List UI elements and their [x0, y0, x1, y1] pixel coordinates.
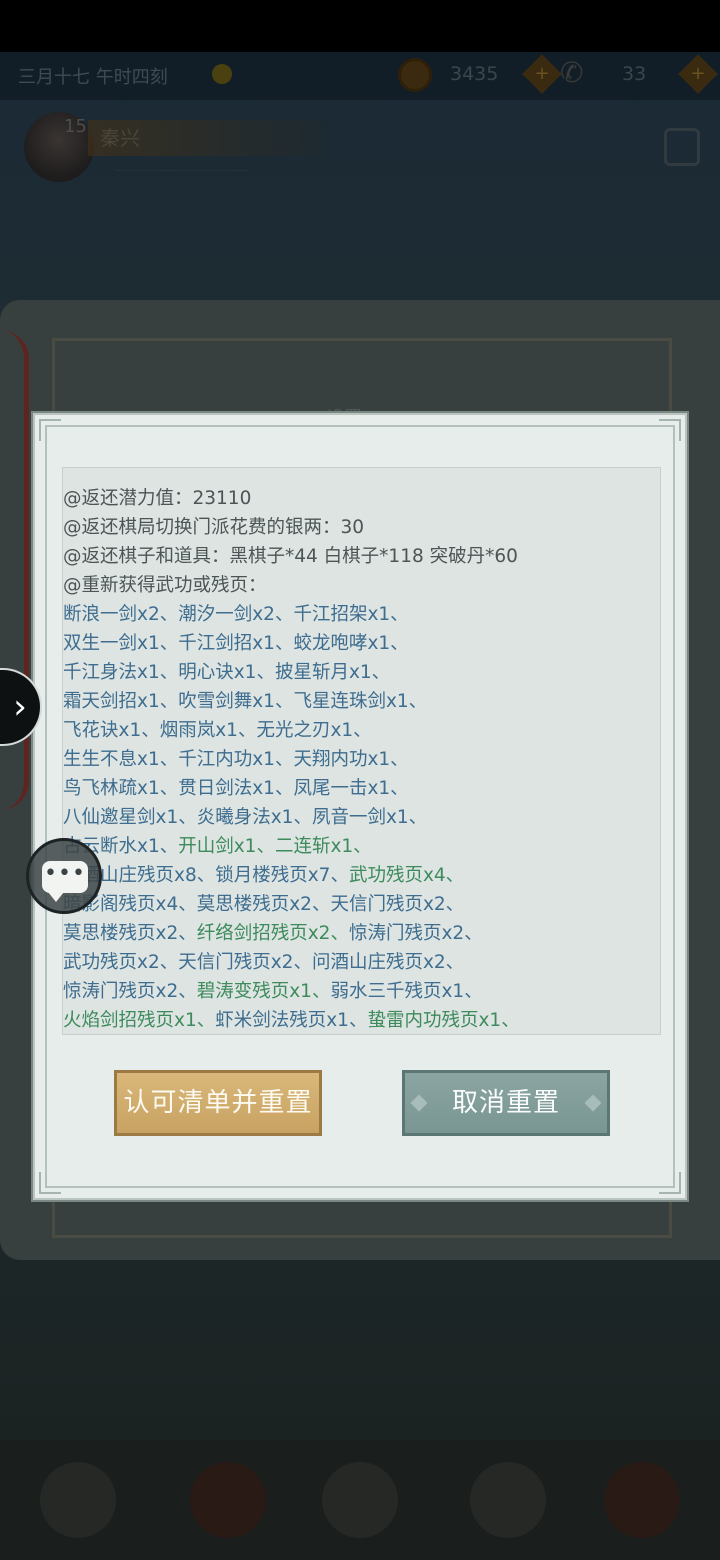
leaf-ornament-icon	[410, 1094, 428, 1112]
refund-line: 飞花诀x1、烟雨岚x1、无光之刃x1、	[63, 716, 660, 745]
side-menu-button[interactable]	[664, 128, 700, 166]
refund-line-segment: 蛰雷内功残页x1、	[367, 1010, 520, 1031]
refund-line-segment: 飞花诀x1、烟雨岚x1、无光之刃x1、	[63, 720, 372, 741]
refund-line-segment: 断浪一剑x2、潮汐一剑x2、千江招架x1、	[63, 604, 409, 625]
refund-line-segment: @返还潜力值：23110	[63, 488, 252, 509]
cancel-reset-label: 取消重置	[451, 1088, 560, 1118]
sun-icon	[212, 64, 232, 84]
refund-line: 断浪一剑x2、潮汐一剑x2、千江招架x1、	[63, 600, 660, 629]
refund-line: @重新获得武功或残页：	[63, 571, 660, 600]
refund-line-segment: @返还棋局切换门派花费的银两：30	[63, 517, 365, 538]
corner-ornament	[39, 419, 61, 441]
leaf-ornament-icon	[584, 1094, 602, 1112]
refund-line: 问酒山庄残页x8、锁月楼残页x7、武功残页x4、	[63, 861, 660, 890]
refund-line-segment: 问酒山庄残页x8、锁月楼残页x7、	[63, 865, 349, 886]
player-subtitle: 一一一一一一一一一一一一一一一	[114, 167, 250, 177]
add-tickets-button[interactable]: +	[678, 54, 718, 94]
refund-line-segment: 纤络剑招残页x2、	[196, 923, 349, 944]
refund-line-segment: 弱水三千残页x1、	[330, 981, 483, 1002]
refund-line-segment: 生生不息x1、千江内功x1、天翔内功x1、	[63, 749, 409, 770]
refund-line-segment: 暗影阁残页x4、莫思楼残页x2、天信门残页x2、	[63, 894, 465, 915]
refund-line: 双生一剑x1、千江剑招x1、蛟龙咆哮x1、	[63, 629, 660, 658]
refund-line: 古云断水x1、开山剑x1、二连斩x1、	[63, 832, 660, 861]
refund-line-segment: 双生一剑x1、千江剑招x1、蛟龙咆哮x1、	[63, 633, 409, 654]
refund-line-segment: 虾米剑法残页x1、	[215, 1010, 368, 1031]
refund-line: 莫思楼残页x2、纤络剑招残页x2、惊涛门残页x2、	[63, 919, 660, 948]
cancel-reset-button[interactable]: 取消重置	[402, 1070, 610, 1136]
refund-line-segment: 武功残页x4、	[348, 865, 465, 886]
bottom-nav-item[interactable]	[322, 1462, 398, 1538]
bottom-nav-item[interactable]	[190, 1462, 266, 1538]
corner-ornament	[659, 419, 681, 441]
refund-line: 千江身法x1、明心诀x1、披星斩月x1、	[63, 658, 660, 687]
refund-line: 生生不息x1、千江内功x1、天翔内功x1、	[63, 745, 660, 774]
refund-line: 武功残页x2、天信门残页x2、问酒山庄残页x2、	[63, 948, 660, 977]
chat-button[interactable]: •••	[26, 838, 102, 914]
confirm-reset-button[interactable]: 认可清单并重置	[114, 1070, 322, 1136]
refund-line-segment: 碧涛变残页x1、	[196, 981, 331, 1002]
plus-icon: +	[690, 63, 706, 84]
refund-line: 火焰剑招残页x1、虾米剑法残页x1、蛰雷内功残页x1、	[63, 1006, 660, 1034]
refund-line: @返还潜力值：23110	[63, 484, 660, 513]
refund-line-segment: @返还棋子和道具：黑棋子*44 白棋子*118 突破丹*60	[63, 546, 518, 567]
corner-ornament	[659, 1172, 681, 1194]
refund-line-segment: 莫思楼残页x2、	[63, 923, 197, 944]
refund-line: 鸟飞林疏x1、贯日剑法x1、凤尾一击x1、	[63, 774, 660, 803]
player-level: 15	[64, 116, 87, 137]
ticket-count: 33	[622, 63, 647, 85]
coin-icon	[398, 58, 432, 92]
bottom-nav-item[interactable]	[470, 1462, 546, 1538]
refund-line-segment: @重新获得武功或残页：	[63, 575, 267, 596]
chat-dots-icon: •••	[44, 861, 86, 886]
add-coins-button[interactable]: +	[522, 54, 562, 94]
bottom-nav-item[interactable]	[604, 1462, 680, 1538]
refund-line: @返还棋局切换门派花费的银两：30	[63, 513, 660, 542]
refund-line: @返还棋子和道具：黑棋子*44 白棋子*118 突破丹*60	[63, 542, 660, 571]
refund-line: 惊涛门残页x2、碧涛变残页x1、弱水三千残页x1、	[63, 977, 660, 1006]
refund-line-segment: 开山剑x1、二连斩x1、	[178, 836, 372, 857]
refund-line: 暗影阁残页x4、莫思楼残页x2、天信门残页x2、	[63, 890, 660, 919]
bottom-nav-item[interactable]	[40, 1462, 116, 1538]
refund-line-segment: 惊涛门残页x2、	[348, 923, 483, 944]
refund-line-segment: 惊涛门残页x2、	[63, 981, 197, 1002]
refund-line: 霜天剑招x1、吹雪剑舞x1、飞星连珠剑x1、	[63, 687, 660, 716]
refund-line-segment: 鸟飞林疏x1、贯日剑法x1、凤尾一击x1、	[63, 778, 409, 799]
plus-icon: +	[534, 63, 550, 84]
player-name: 秦兴	[100, 126, 140, 150]
status-bar	[0, 0, 720, 52]
reset-confirm-dialog: @返还潜力值：23110 @返还棋局切换门派花费的银两：30 @返还棋子和道具：黑棋…	[33, 413, 687, 1200]
corner-ornament	[39, 1172, 61, 1194]
coin-count: 3435	[450, 63, 499, 85]
refund-line-segment: 火焰剑招残页x1、	[63, 1010, 216, 1031]
refund-list-panel[interactable]: @返还潜力值：23110 @返还棋局切换门派花费的银两：30 @返还棋子和道具：黑棋…	[62, 467, 661, 1035]
refund-line-segment: 千江身法x1、明心诀x1、披星斩月x1、	[63, 662, 391, 683]
refund-line-segment: 武功残页x2、天信门残页x2、问酒山庄残页x2、	[63, 952, 465, 973]
refund-line: 八仙邀星剑x1、炎曦身法x1、夙音一剑x1、	[63, 803, 660, 832]
refund-line-segment: 八仙邀星剑x1、炎曦身法x1、夙音一剑x1、	[63, 807, 428, 828]
refund-list: @返还潜力值：23110 @返还棋局切换门派花费的银两：30 @返还棋子和道具：黑棋…	[63, 468, 660, 1034]
game-date: 三月十七 午时四刻	[18, 67, 168, 88]
refund-line-segment: 霜天剑招x1、吹雪剑舞x1、飞星连珠剑x1、	[63, 691, 428, 712]
ticket-icon: ✆	[560, 56, 584, 89]
